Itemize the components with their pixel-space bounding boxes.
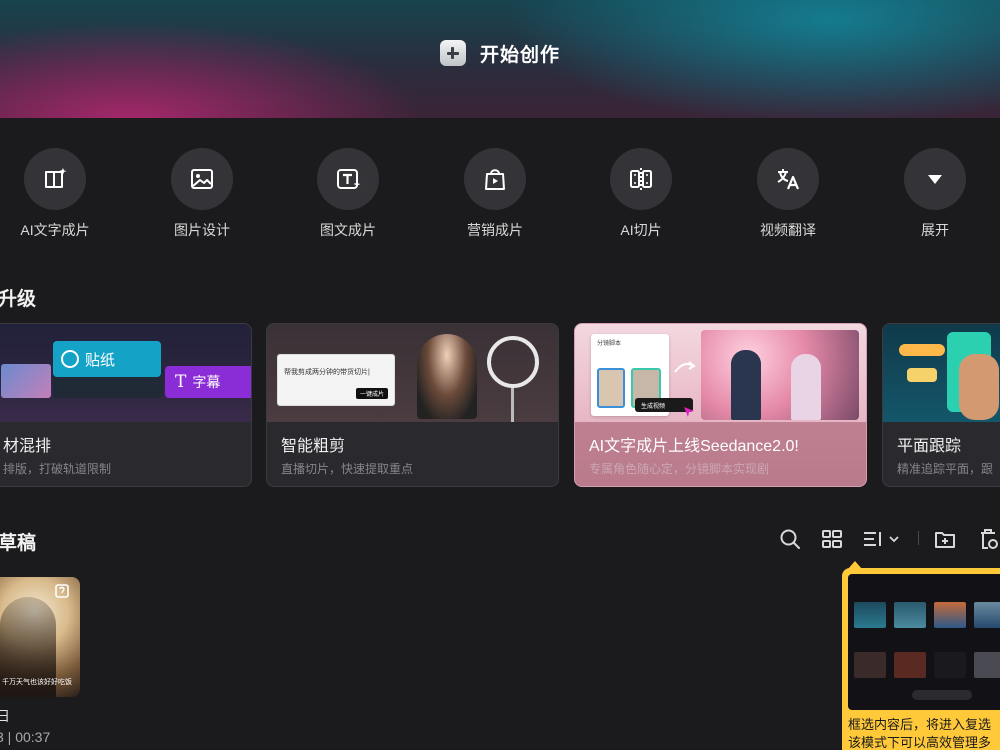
multi-select-tooltip: 框选内容后，将进入复选 该模式下可以高效管理多 xyxy=(842,561,1000,750)
card-subtitle: 直播切片，快速提取重点 xyxy=(281,462,414,476)
translate-icon xyxy=(757,148,819,210)
card-title: 智能粗剪 xyxy=(281,438,346,455)
text-image-video-icon xyxy=(317,148,379,210)
tool-text-image-video[interactable]: 图文成片 xyxy=(293,148,403,240)
drafts-section-title: 草稿 xyxy=(0,533,37,554)
tool-label: AI切片 xyxy=(620,222,662,238)
template-badge-icon xyxy=(55,584,69,598)
tool-marketing-video[interactable]: 营销成片 xyxy=(440,148,550,240)
tool-image-design[interactable]: 图片设计 xyxy=(147,148,257,240)
start-creation-button[interactable]: 开始创作 xyxy=(439,40,560,67)
draft-caption: 千万天气也该好好吃饭 xyxy=(2,679,72,686)
home-page: 开始创作 AI文字成片 图片设计 图文成片 营销成片 AI切片 视频翻译 展开 … xyxy=(0,0,1000,750)
upgrades-section-title: 升级 xyxy=(0,289,37,310)
tool-label: 营销成片 xyxy=(467,222,523,238)
new-folder-icon[interactable] xyxy=(933,527,957,551)
delete-restore-icon[interactable] xyxy=(976,527,1000,551)
tool-label: AI文字成片 xyxy=(20,222,90,238)
card-thumbnail: 贴纸 T 字幕 xyxy=(0,324,251,422)
tool-expand[interactable]: 展开 xyxy=(880,148,990,240)
feature-card-mixed-layout[interactable]: 贴纸 T 字幕 材混排 排版，打破轨道限制 xyxy=(0,323,252,487)
card-title: AI文字成片上线Seedance2.0! xyxy=(589,438,799,455)
tooltip-text-line1: 框选内容后，将进入复选 xyxy=(848,717,992,732)
card-subtitle: 专属角色随心定，分镜脚本实现剧 xyxy=(589,462,770,476)
prompt-panel: 帮我剪成两分钟的带货切片| 一键成片 xyxy=(277,354,395,406)
tool-ai-slice[interactable]: AI切片 xyxy=(586,148,696,240)
start-creation-label: 开始创作 xyxy=(479,44,560,66)
toolbar-divider xyxy=(918,531,919,545)
card-thumbnail: 分镜脚本 生成视频 xyxy=(575,324,866,422)
search-icon[interactable] xyxy=(778,527,802,551)
feature-card-ai-text-video-seedance[interactable]: 分镜脚本 生成视频 AI文字成片上线Seedance2.0! 专属角色随心定，分… xyxy=(574,323,867,487)
text-icon: T xyxy=(175,372,187,392)
card-subtitle: 排版，打破轨道限制 xyxy=(3,462,112,476)
feature-card-planar-tracking[interactable]: 平面跟踪 精准追踪平面，跟 xyxy=(882,323,1000,487)
sticker-tag: 贴纸 xyxy=(53,341,161,377)
tooltip-text-line2: 该模式下可以高效管理多 xyxy=(848,735,992,750)
tool-label: 图片设计 xyxy=(174,222,230,238)
arrow-right-icon xyxy=(674,361,696,373)
draft-thumbnail[interactable]: 千万天气也该好好吃饭 xyxy=(0,577,80,697)
plus-icon xyxy=(439,40,466,66)
card-thumbnail xyxy=(883,324,1000,422)
sticker-icon xyxy=(61,350,79,368)
card-title: 平面跟踪 xyxy=(897,438,962,455)
card-thumbnail: 帮我剪成两分钟的带货切片| 一键成片 xyxy=(267,324,558,422)
tool-label: 展开 xyxy=(921,222,949,238)
tool-ai-text-video[interactable]: AI文字成片 xyxy=(0,148,110,240)
shopping-bag-icon xyxy=(464,148,526,210)
tool-video-translate[interactable]: 视频翻译 xyxy=(733,148,843,240)
ai-text-video-icon xyxy=(24,148,86,210)
card-subtitle: 精准追踪平面，跟 xyxy=(897,462,994,476)
tool-label: 图文成片 xyxy=(320,222,376,238)
feature-card-smart-rough-cut[interactable]: 帮我剪成两分钟的带货切片| 一键成片 智能粗剪 直播切片，快速提取重点 xyxy=(266,323,559,487)
cursor-icon xyxy=(684,407,694,417)
tooltip-preview-image xyxy=(848,574,1000,710)
draft-name: 日 xyxy=(0,708,10,724)
draft-meta: 3 | 00:37 xyxy=(0,729,51,745)
quick-tools-row: AI文字成片 图片设计 图文成片 营销成片 AI切片 视频翻译 展开 xyxy=(0,148,1000,238)
ai-slice-icon xyxy=(610,148,672,210)
image-icon xyxy=(171,148,233,210)
grid-view-icon[interactable] xyxy=(820,527,844,551)
subtitle-tag: T 字幕 xyxy=(165,366,251,398)
chevron-down-icon xyxy=(904,148,966,210)
start-creation-banner[interactable]: 开始创作 xyxy=(0,0,1000,118)
sort-menu-icon[interactable] xyxy=(861,527,905,551)
card-title: 材混排 xyxy=(3,438,52,455)
tool-label: 视频翻译 xyxy=(760,222,816,238)
